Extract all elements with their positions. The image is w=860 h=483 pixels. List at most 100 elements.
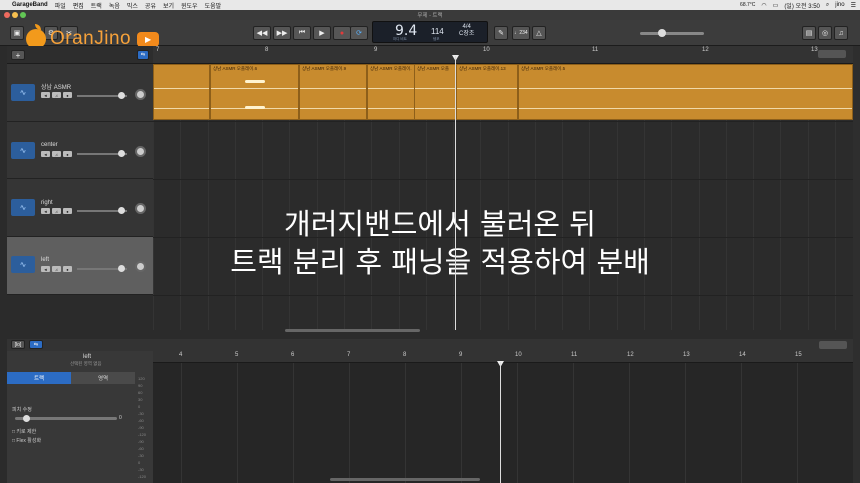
- horizontal-scrollbar[interactable]: [285, 329, 420, 332]
- menu-app[interactable]: GarageBand: [12, 2, 48, 8]
- track-header[interactable]: ∿ center ◄ ♫ ●: [7, 122, 153, 179]
- audio-region[interactable]: 상남 ASMR 오플레이.6: [210, 64, 299, 120]
- editor-ruler-number: 12: [627, 352, 634, 358]
- mute-icon[interactable]: ◄: [41, 151, 50, 157]
- library-button[interactable]: ▣: [10, 26, 24, 40]
- editor-grid[interactable]: [153, 363, 853, 483]
- menu-share[interactable]: 공유: [145, 1, 156, 10]
- menu-track[interactable]: 트랙: [91, 1, 102, 10]
- menu-file[interactable]: 파일: [55, 1, 66, 10]
- track-name[interactable]: 상남 ASMR: [41, 82, 71, 91]
- y-axis-label: -90: [138, 439, 144, 444]
- pan-knob[interactable]: [135, 146, 146, 157]
- record-enable-icon[interactable]: ●: [63, 208, 72, 214]
- lcd-signature-block[interactable]: 4/4 C장조: [459, 24, 474, 38]
- menu-view[interactable]: 보기: [163, 1, 174, 10]
- play-button[interactable]: ▶: [313, 26, 331, 40]
- audio-region[interactable]: 상남 ASMR 오플레이.: [367, 64, 415, 120]
- tuner-button[interactable]: ✎: [494, 26, 508, 40]
- track-header[interactable]: ∿ right ◄ ♫ ●: [7, 179, 153, 237]
- editor-zoom-control[interactable]: [819, 341, 847, 349]
- menu-edit[interactable]: 편집: [73, 1, 84, 10]
- add-track-button[interactable]: +: [11, 50, 25, 60]
- battery-icon[interactable]: ▭: [773, 2, 779, 9]
- youtube-icon: ▶: [137, 31, 160, 47]
- mute-icon[interactable]: ◄: [41, 92, 50, 98]
- pitch-slider-handle[interactable]: [23, 415, 30, 422]
- pan-knob[interactable]: [135, 89, 146, 100]
- pan-knob[interactable]: [135, 203, 146, 214]
- cycle-button[interactable]: ⟳: [350, 26, 368, 40]
- audio-region[interactable]: 상남 ASMR 오플레이.9: [299, 64, 367, 120]
- headphones-icon[interactable]: ♫: [52, 151, 61, 157]
- notepad-button[interactable]: ▤: [802, 26, 816, 40]
- audio-region[interactable]: [153, 64, 210, 120]
- track-name[interactable]: right: [41, 200, 53, 206]
- tab-region[interactable]: 영역: [71, 372, 135, 384]
- go-to-beginning-button[interactable]: ⏮: [293, 26, 311, 40]
- pitch-slider[interactable]: [15, 415, 117, 422]
- search-icon[interactable]: ⌕: [826, 2, 829, 9]
- record-enable-icon[interactable]: ●: [63, 266, 72, 272]
- master-volume-slider[interactable]: [640, 29, 704, 37]
- editor-catch-button[interactable]: ⇆: [29, 340, 43, 349]
- count-in-button[interactable]: ♩234: [512, 26, 530, 40]
- title-bar: 무제 - 트랙: [0, 10, 860, 20]
- pitch-value[interactable]: 0: [119, 415, 122, 421]
- mute-icon[interactable]: ◄: [41, 208, 50, 214]
- media-browser-button[interactable]: ♫: [834, 26, 848, 40]
- region-name: 상남 ASMR 오플레이.: [370, 66, 412, 71]
- menu-mix[interactable]: 믹스: [127, 1, 138, 10]
- wifi-icon[interactable]: ◠: [761, 2, 766, 9]
- audio-region[interactable]: 상남 ASMR 오플레이.13: [456, 64, 518, 120]
- track-volume-slider[interactable]: [77, 92, 127, 99]
- tab-track[interactable]: 트랙: [7, 372, 71, 384]
- pan-knob[interactable]: [135, 261, 146, 272]
- track-volume-slider[interactable]: [77, 150, 127, 157]
- menu-window[interactable]: 윈도우: [181, 1, 198, 10]
- lcd-display[interactable]: 9.4 마디 비트 114 템포 4/4 C장조: [372, 21, 488, 43]
- record-enable-icon[interactable]: ●: [63, 92, 72, 98]
- y-axis-label: 90: [138, 383, 143, 388]
- mute-icon[interactable]: ◄: [41, 266, 50, 272]
- fast-forward-button[interactable]: ▶▶: [273, 26, 291, 40]
- arrange-area[interactable]: 상남 ASMR 오플레이.6 상남 ASMR 오플레이.9 상남 ASMR 오플…: [153, 64, 853, 330]
- lcd-tempo[interactable]: 114: [431, 27, 444, 36]
- loop-browser-button[interactable]: ◎: [818, 26, 832, 40]
- track-volume-slider[interactable]: [77, 265, 127, 272]
- editor-horizontal-scrollbar[interactable]: [330, 478, 480, 481]
- timeline-ruler[interactable]: 7 8 9 10 11 12 13: [153, 46, 853, 64]
- track-name[interactable]: left: [41, 257, 49, 263]
- y-axis-label: -30: [138, 467, 144, 472]
- y-axis-label: -30: [138, 411, 144, 416]
- menu-record[interactable]: 녹음: [109, 1, 120, 10]
- track-name[interactable]: center: [41, 142, 58, 148]
- audio-region[interactable]: 상남 ASMR 오플: [414, 64, 456, 120]
- clock[interactable]: (일) 오전 3:50: [784, 1, 820, 10]
- flex-checkbox[interactable]: □ Flex 활성화: [12, 437, 41, 444]
- rewind-button[interactable]: ◀◀: [253, 26, 271, 40]
- headphones-icon[interactable]: ♫: [52, 92, 61, 98]
- metronome-button[interactable]: △: [532, 26, 546, 40]
- record-enable-icon[interactable]: ●: [63, 151, 72, 157]
- track-header-selected[interactable]: ∿ left ◄ ♫ ●: [7, 237, 153, 295]
- track-header[interactable]: ∿ 상남 ASMR ◄ ♫ ●: [7, 64, 153, 122]
- region-name: 상남 ASMR 오플레이.13: [459, 66, 506, 71]
- weather-status[interactable]: 68.7°C: [740, 2, 755, 8]
- user-name[interactable]: jino: [835, 2, 844, 8]
- headphones-icon[interactable]: ♫: [52, 208, 61, 214]
- master-volume-handle[interactable]: [658, 29, 666, 37]
- editor-toggle-button[interactable]: [lo]: [11, 340, 25, 349]
- record-button[interactable]: ●: [333, 26, 351, 40]
- key-limit-checkbox[interactable]: □ 키로 제한: [12, 428, 36, 435]
- menu-help[interactable]: 도움말: [205, 1, 222, 10]
- editor-playhead[interactable]: [500, 362, 501, 483]
- waveform-icon: ∿: [11, 199, 35, 216]
- ruler-zoom-control[interactable]: [818, 50, 846, 58]
- headphones-icon[interactable]: ♫: [52, 266, 61, 272]
- track-volume-slider[interactable]: [77, 207, 127, 214]
- playhead[interactable]: [455, 56, 456, 330]
- menu-list-icon[interactable]: ☰: [851, 2, 856, 9]
- catch-mode-button[interactable]: ⇆: [137, 50, 149, 60]
- audio-region[interactable]: 상남 ASMR 오플레이.5: [518, 64, 853, 120]
